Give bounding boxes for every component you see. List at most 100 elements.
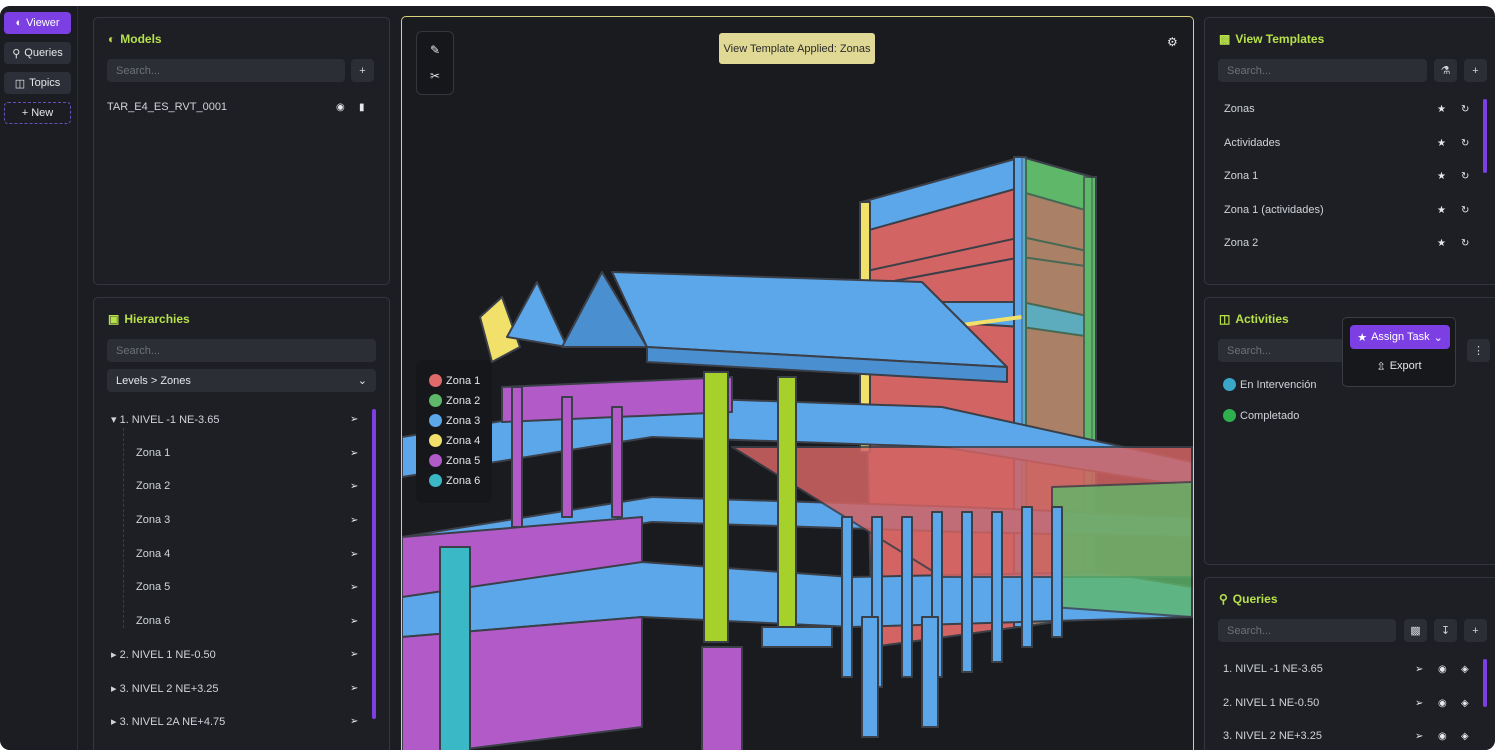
chevron-down-icon: ⌄ (357, 375, 367, 387)
apply-template-icon[interactable]: ★ (1437, 171, 1446, 182)
template-item-zona-2[interactable]: Zona 2 ★ ↻ (1205, 233, 1495, 253)
select-cursor-icon[interactable]: ➢ (350, 582, 358, 593)
legend-zona-3: Zona 3 (429, 414, 480, 427)
tree-zone-4[interactable]: Zona 4 ➢ (94, 544, 389, 564)
refresh-icon[interactable]: ↻ (1461, 104, 1469, 115)
queries-panel: ⚲ Queries ▩ ↧ + 1. NIVEL -1 NE-3.65➢◉◈ 2… (1204, 577, 1495, 750)
query-item-nivel-2[interactable]: 3. NIVEL 2 NE+3.25 ➢ ◉ ◈ (1205, 726, 1495, 746)
paint-bucket-icon[interactable]: ◈ (1461, 664, 1469, 675)
select-cursor-icon[interactable]: ➢ (350, 549, 358, 560)
select-cursor-icon[interactable]: ➢ (350, 683, 358, 694)
measure-tool-icon[interactable]: ✎ (430, 43, 440, 57)
more-vertical-icon: ⋮ (1473, 345, 1484, 357)
select-cursor-icon[interactable]: ➢ (1415, 664, 1423, 675)
paint-bucket-icon[interactable]: ◈ (1461, 698, 1469, 709)
query-item-nivel-1-ne[interactable]: 2. NIVEL 1 NE-0.50 ➢ ◉ ◈ (1205, 693, 1495, 713)
nav-new-button[interactable]: + New (4, 102, 71, 124)
models-title: ◐ Models (108, 32, 162, 46)
eye-icon[interactable]: ◉ (336, 102, 345, 113)
select-cursor-icon[interactable]: ➢ (350, 649, 358, 660)
tree-level-3a[interactable]: ▸ 3. NIVEL 2A NE+4.75 ➢ (94, 711, 389, 731)
tree-zone-3[interactable]: Zona 3 ➢ (94, 510, 389, 530)
tree-guide-line (123, 428, 124, 628)
template-item-actividades[interactable]: Actividades ★ ↻ (1205, 133, 1495, 153)
template-item-zona-1-actividades[interactable]: Zona 1 (actividades) ★ ↻ (1205, 200, 1495, 220)
select-cursor-icon[interactable]: ➢ (1415, 731, 1423, 742)
trash-icon[interactable]: ▮ (359, 102, 365, 113)
select-cursor-icon[interactable]: ➢ (350, 414, 358, 425)
zone-4-swatch (429, 434, 442, 447)
refresh-icon[interactable]: ↻ (1461, 238, 1469, 249)
tree-level-3[interactable]: ▸ 3. NIVEL 2 NE+3.25 ➢ (94, 678, 389, 698)
zone-5-swatch (429, 454, 442, 467)
queries-scrollbar[interactable] (1483, 659, 1487, 707)
queries-title: ⚲ Queries (1219, 592, 1278, 606)
select-cursor-icon[interactable]: ➢ (350, 515, 358, 526)
tree-level-2[interactable]: ▸ 2. NIVEL 1 NE-0.50 ➢ (94, 644, 389, 664)
activities-more-button[interactable]: ⋮ (1467, 339, 1490, 362)
queries-save-button[interactable]: ▩ (1404, 619, 1427, 642)
apply-template-icon[interactable]: ★ (1437, 238, 1446, 249)
legend-zona-6: Zona 6 (429, 474, 480, 487)
nav-topics-button[interactable]: ◫ Topics (4, 72, 71, 94)
query-item-nivel-1[interactable]: 1. NIVEL -1 NE-3.65 ➢ ◉ ◈ (1205, 659, 1495, 679)
apply-template-icon[interactable]: ★ (1437, 104, 1446, 115)
grouping-select[interactable]: Levels > Zones ⌄ (107, 369, 376, 392)
status-color-swatch (1223, 378, 1236, 391)
status-color-swatch (1223, 409, 1236, 422)
template-item-zonas[interactable]: Zonas ★ ↻ (1205, 99, 1495, 119)
refresh-icon[interactable]: ↻ (1461, 205, 1469, 216)
view-templates-panel: ▩ View Templates ⚗ + Zonas★↻ Actividades… (1204, 17, 1495, 285)
queries-add-button[interactable]: + (1464, 619, 1487, 642)
refresh-icon[interactable]: ↻ (1461, 138, 1469, 149)
model-item[interactable]: TAR_E4_ES_RVT_0001 ◉ ▮ (94, 97, 389, 117)
select-cursor-icon[interactable]: ➢ (350, 448, 358, 459)
view-templates-add-button[interactable]: + (1464, 59, 1487, 82)
hide-eye-icon[interactable]: ◉ (1438, 664, 1447, 675)
hierarchies-search-input[interactable] (107, 339, 376, 362)
activities-search-input[interactable] (1218, 339, 1344, 362)
clear-filter-button[interactable]: ⚗ (1434, 59, 1457, 82)
apply-template-icon[interactable]: ★ (1437, 205, 1446, 216)
template-item-zona-1[interactable]: Zona 1 ★ ↻ (1205, 166, 1495, 186)
tree-zone-1[interactable]: Zona 1 ➢ (94, 443, 389, 463)
apply-template-icon[interactable]: ★ (1437, 138, 1446, 149)
view-templates-scrollbar[interactable] (1483, 99, 1487, 173)
refresh-icon[interactable]: ↻ (1461, 171, 1469, 182)
hierarchies-scrollbar[interactable] (372, 409, 376, 719)
select-cursor-icon[interactable]: ➢ (350, 716, 358, 727)
tree-zone-2[interactable]: Zona 2 ➢ (94, 476, 389, 496)
download-icon: ↧ (1440, 625, 1451, 637)
assign-task-button[interactable]: ★ Assign Task ⌄ (1350, 325, 1450, 349)
status-completado[interactable]: Completado (1223, 409, 1299, 422)
select-cursor-icon[interactable]: ➢ (1415, 698, 1423, 709)
queries-search-input[interactable] (1218, 619, 1396, 642)
view-templates-title: ▩ View Templates (1219, 32, 1325, 46)
broom-icon: ⚗ (1440, 65, 1451, 77)
select-cursor-icon[interactable]: ➢ (350, 481, 358, 492)
hide-eye-icon[interactable]: ◉ (1438, 731, 1447, 742)
search-icon: ⚲ (12, 47, 21, 60)
select-cursor-icon[interactable]: ➢ (350, 616, 358, 627)
3d-viewport[interactable]: ✎ ✂ View Template Applied: Zonas ⚙ Zona … (401, 16, 1194, 750)
queries-download-button[interactable]: ↧ (1434, 619, 1457, 642)
nav-viewer-button[interactable]: ◐ Viewer (4, 12, 71, 34)
tree-zone-6[interactable]: Zona 6 ➢ (94, 611, 389, 631)
view-templates-search-input[interactable] (1218, 59, 1427, 82)
models-add-button[interactable]: + (351, 59, 374, 82)
zone-2-swatch (429, 394, 442, 407)
paint-bucket-icon[interactable]: ◈ (1461, 731, 1469, 742)
viewport-toolbox: ✎ ✂ (416, 31, 454, 95)
status-en-intervencion[interactable]: En Intervención (1223, 378, 1316, 391)
models-search-input[interactable] (107, 59, 345, 82)
hide-eye-icon[interactable]: ◉ (1438, 698, 1447, 709)
building-model-render[interactable] (402, 17, 1194, 750)
export-menu-item[interactable]: ⇫ Export (1343, 356, 1455, 376)
legend-zona-5: Zona 5 (429, 454, 480, 467)
left-nav: ◐ Viewer ⚲ Queries ◫ Topics + New (0, 6, 78, 750)
nav-queries-button[interactable]: ⚲ Queries (4, 42, 71, 64)
section-cut-icon[interactable]: ✂ (430, 69, 440, 83)
tree-zone-5[interactable]: Zona 5 ➢ (94, 577, 389, 597)
tree-level-1[interactable]: ▾ 1. NIVEL -1 NE-3.65 ➢ (94, 409, 389, 429)
settings-gear-icon[interactable]: ⚙ (1167, 35, 1178, 49)
